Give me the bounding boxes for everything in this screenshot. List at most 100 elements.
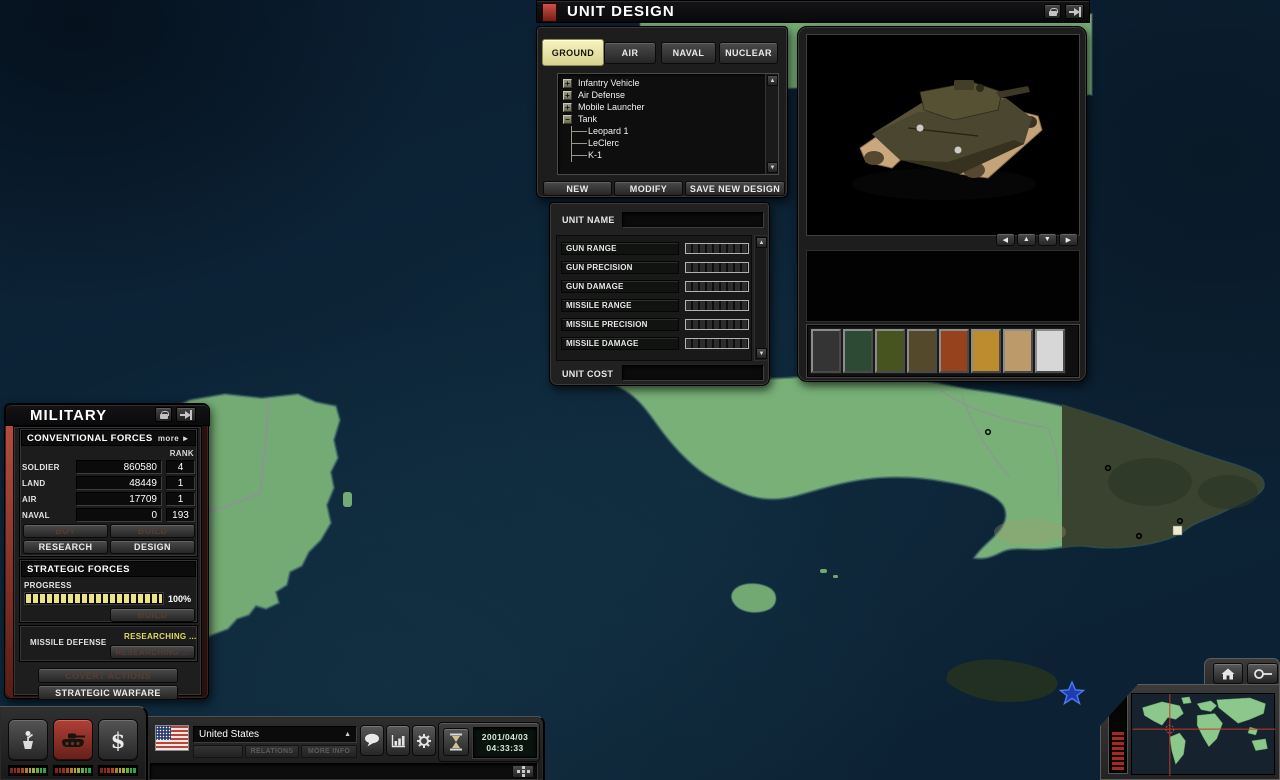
rotate-right-button[interactable]: ▶ xyxy=(1059,233,1078,246)
camo-swatch[interactable] xyxy=(907,329,937,373)
more-link[interactable]: more ► xyxy=(158,434,190,443)
scroll-up-icon[interactable]: ▲ xyxy=(767,75,778,86)
tree-item[interactable]: + Infantry Vehicle xyxy=(560,77,763,89)
zoom-level-gauge[interactable] xyxy=(1109,695,1127,773)
exit-arrow-icon xyxy=(180,410,192,420)
rotate-up-button[interactable]: ▲ xyxy=(1017,233,1036,246)
scroll-up-icon[interactable]: ▲ xyxy=(756,237,767,248)
force-value: 48449 xyxy=(76,476,162,490)
scroll-down-icon[interactable]: ▼ xyxy=(767,162,778,173)
hourglass-icon xyxy=(449,733,463,751)
tree-item-label: K-1 xyxy=(588,150,602,160)
slider-label: GUN PRECISION xyxy=(561,261,679,274)
camo-swatch[interactable] xyxy=(971,329,1001,373)
tree-item[interactable]: + Mobile Launcher xyxy=(560,101,763,113)
close-window-button[interactable] xyxy=(176,407,196,422)
unit-name-input[interactable] xyxy=(622,212,764,228)
tree-item[interactable]: Leopard 1 xyxy=(560,125,763,137)
time-speed-button[interactable] xyxy=(443,728,469,756)
build-button[interactable]: BUILD xyxy=(110,524,195,538)
statistics-button[interactable] xyxy=(386,725,410,756)
missile-precision-slider[interactable] xyxy=(685,319,749,330)
new-button[interactable]: NEW xyxy=(543,181,612,196)
sliders-scrollbar[interactable]: ▲ ▼ xyxy=(754,235,767,361)
tab-naval[interactable]: NAVAL xyxy=(661,42,716,64)
military-window: MILITARY CONVENTIONAL FORCES more ► RANK… xyxy=(4,403,209,699)
close-window-button[interactable] xyxy=(1065,4,1084,19)
game-date: 2001/04/03 xyxy=(474,732,536,743)
rotate-left-button[interactable]: ◀ xyxy=(996,233,1015,246)
lock-icon xyxy=(160,411,168,419)
researching-button[interactable]: RESEARCHING ... xyxy=(110,645,195,659)
expand-icon[interactable]: + xyxy=(563,79,572,88)
strategic-build-button[interactable]: BUILD xyxy=(110,608,195,622)
dollar-icon: $ xyxy=(111,728,126,753)
expand-icon xyxy=(522,770,525,773)
economy-button[interactable]: $ xyxy=(98,719,138,761)
design-button[interactable]: DESIGN xyxy=(110,540,195,554)
modify-button[interactable]: MODIFY xyxy=(614,181,683,196)
camo-swatch[interactable] xyxy=(843,329,873,373)
tab-air[interactable]: AIR xyxy=(604,42,656,64)
camo-swatch[interactable] xyxy=(1035,329,1065,373)
economy-rating-meter xyxy=(98,765,138,776)
force-value: 17709 xyxy=(76,492,162,506)
gun-range-slider[interactable] xyxy=(685,243,749,254)
progress-percent: 100% xyxy=(168,594,191,604)
relations-button[interactable]: RELATIONS xyxy=(245,745,299,758)
country-action-button[interactable] xyxy=(193,745,243,758)
strategic-warfare-button[interactable]: STRATEGIC WARFARE xyxy=(38,685,178,700)
tree-item[interactable]: K-1 xyxy=(560,149,763,161)
save-new-design-button[interactable]: SAVE NEW DESIGN xyxy=(685,181,785,196)
expand-icon[interactable]: + xyxy=(563,103,572,112)
tab-nuclear[interactable]: NUCLEAR xyxy=(719,42,778,64)
camo-swatch[interactable] xyxy=(1003,329,1033,373)
unit-cost-field[interactable] xyxy=(622,365,764,381)
camo-swatch[interactable] xyxy=(875,329,905,373)
unit-3d-preview[interactable] xyxy=(807,35,1079,235)
more-info-button[interactable]: MORE INFO xyxy=(301,745,357,758)
expand-button[interactable] xyxy=(512,765,534,778)
pin-button[interactable] xyxy=(1044,4,1061,19)
missile-damage-slider[interactable] xyxy=(685,338,749,349)
tree-item[interactable]: + Air Defense xyxy=(560,89,763,101)
research-button[interactable]: RESEARCH xyxy=(23,540,108,554)
unit-category-tree[interactable]: + Infantry Vehicle + Air Defense + Mobil… xyxy=(557,73,779,175)
gun-precision-slider[interactable] xyxy=(685,262,749,273)
pin-button[interactable] xyxy=(155,407,172,422)
tree-scrollbar[interactable]: ▲ ▼ xyxy=(765,74,778,174)
tree-item-label: Tank xyxy=(578,114,597,124)
message-bar[interactable] xyxy=(150,763,538,780)
gun-damage-slider[interactable] xyxy=(685,281,749,292)
military-button[interactable] xyxy=(53,719,93,761)
unit-design-form-panel: UNIT NAME GUN RANGE GUN PRECISION GUN DA… xyxy=(549,202,770,386)
conventional-forces-header: CONVENTIONAL FORCES more ► xyxy=(21,430,196,446)
camo-swatch[interactable] xyxy=(939,329,969,373)
tab-ground[interactable]: GROUND xyxy=(542,39,604,66)
country-selector[interactable]: United States ▲ xyxy=(193,726,357,743)
settings-button[interactable] xyxy=(412,725,436,756)
unit-name-label: UNIT NAME xyxy=(562,215,615,225)
rotate-down-button[interactable]: ▼ xyxy=(1038,233,1057,246)
unit-design-left-panel: GROUND AIR NAVAL NUCLEAR + Infantry Vehi… xyxy=(536,26,788,198)
minimap-world[interactable] xyxy=(1131,693,1275,775)
camo-swatch[interactable] xyxy=(811,329,841,373)
tree-item[interactable]: LeClerc xyxy=(560,137,763,149)
collapse-icon[interactable]: − xyxy=(563,115,572,124)
covert-actions-button[interactable]: COVERT ACTIONS xyxy=(38,668,178,683)
chat-button[interactable] xyxy=(360,725,384,756)
unit-design-titlebar[interactable]: UNIT DESIGN xyxy=(536,0,1090,23)
game-time: 04:33:33 xyxy=(474,743,536,754)
dropdown-caret-icon: ▲ xyxy=(344,731,351,738)
politics-button[interactable] xyxy=(8,719,48,761)
status-bar: United States ▲ RELATIONS MORE INFO xyxy=(148,716,545,780)
tree-item[interactable]: − Tank xyxy=(560,113,763,125)
home-view-button[interactable] xyxy=(1213,663,1243,684)
zoom-control-button[interactable] xyxy=(1247,663,1278,684)
scroll-down-icon[interactable]: ▼ xyxy=(756,348,767,359)
missile-range-slider[interactable] xyxy=(685,300,749,311)
missile-defense-status: RESEARCHING ... xyxy=(124,632,197,641)
buy-button[interactable]: BUY xyxy=(23,524,108,538)
progress-label: PROGRESS xyxy=(24,581,72,590)
expand-icon[interactable]: + xyxy=(563,91,572,100)
